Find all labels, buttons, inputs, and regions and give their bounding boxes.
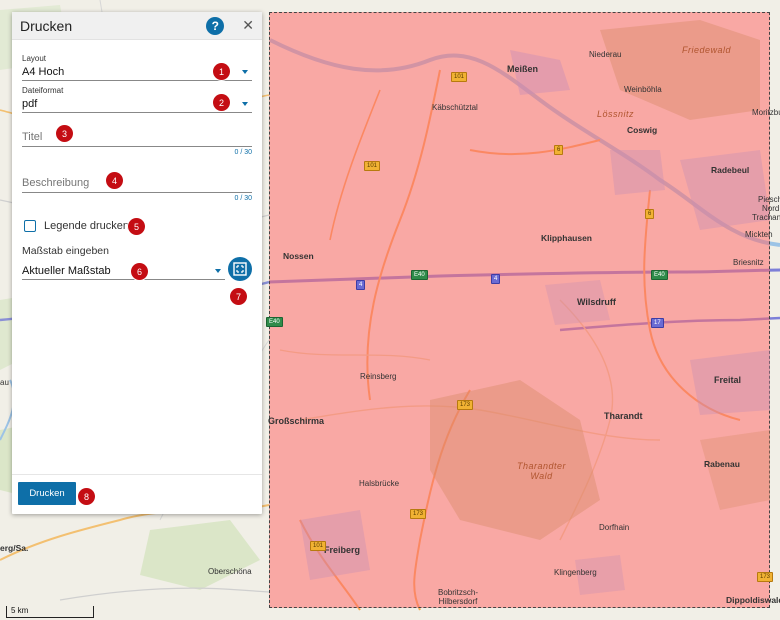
road-shield: 101 (310, 541, 327, 551)
annotation-badge: 4 (106, 172, 123, 189)
road-shield: 101 (451, 72, 468, 82)
place-label: Freiberg (324, 545, 361, 555)
annotation-badge: 3 (56, 125, 73, 142)
place-label: au (0, 378, 9, 387)
panel-footer: Drucken (12, 474, 262, 514)
scale-value: Aktueller Maßstab (22, 264, 111, 277)
road-shield: 17 (651, 318, 664, 328)
place-label: Dippoldiswalde (726, 595, 780, 605)
road-shield: 173 (457, 400, 474, 410)
place-label: Radebeul (711, 165, 750, 175)
description-field[interactable]: 0 / 30 (22, 173, 252, 202)
place-label: Piesch (758, 195, 780, 204)
scale-heading: Maßstab eingeben (22, 245, 109, 257)
annotation-badge: 5 (128, 218, 145, 235)
panel-header: Drucken ? ✕ (12, 12, 262, 40)
place-label: Reinsberg (360, 372, 397, 381)
region-label: Lössnitz (597, 109, 635, 119)
place-label: Nord (762, 204, 780, 213)
region-label: Tharandter Wald (517, 461, 567, 481)
description-char-counter: 0 / 30 (234, 195, 252, 202)
legend-checkbox[interactable] (24, 220, 36, 232)
place-label: Weinböhla (624, 85, 662, 94)
expand-frame-icon (233, 262, 247, 276)
annotation-badge: 8 (78, 488, 95, 505)
chevron-down-icon (242, 69, 248, 74)
place-label: Klingenberg (554, 568, 597, 577)
place-label: Käbschütztal (432, 103, 478, 112)
annotation-badge: 7 (230, 288, 247, 305)
place-label: Großschirma (268, 416, 325, 426)
place-label: Dorfhain (599, 523, 630, 532)
place-label: Coswig (627, 125, 658, 135)
place-label: Halsbrücke (359, 479, 400, 488)
fit-extent-button[interactable] (228, 257, 252, 281)
layout-value: A4 Hoch (22, 65, 65, 78)
layout-label: Layout (22, 54, 47, 63)
road-shield: E40 (266, 317, 283, 327)
place-label: Niederau (589, 50, 622, 59)
road-shield: E40 (411, 270, 428, 280)
road-shield: 173 (757, 572, 774, 582)
close-icon[interactable]: ✕ (242, 17, 254, 34)
place-label: erg/Sa. (0, 543, 29, 553)
place-label: Klipphausen (541, 233, 593, 243)
print-button[interactable]: Drucken (18, 482, 76, 505)
place-label: Tharandt (604, 411, 643, 421)
place-label: Freital (714, 375, 742, 385)
road-shield: 4 (491, 274, 501, 284)
title-char-counter: 0 / 30 (234, 149, 252, 156)
scale-bar: 5 km (6, 606, 94, 618)
legend-label: Legende drucken (44, 220, 130, 232)
road-shield: 4 (356, 280, 366, 290)
place-label: Mickten (745, 230, 773, 239)
chevron-down-icon (242, 101, 248, 106)
place-label: Nossen (283, 251, 314, 261)
annotation-badge: 2 (213, 94, 230, 111)
annotation-badge: 1 (213, 63, 230, 80)
place-label: Meißen (507, 64, 539, 74)
format-value: pdf (22, 97, 38, 110)
road-shield: 101 (364, 161, 381, 171)
region-label: Friedewald (682, 45, 732, 55)
chevron-down-icon (215, 268, 221, 273)
legend-toggle[interactable]: Legende drucken (24, 220, 129, 232)
place-label: Oberschöna (208, 567, 252, 576)
road-shield: 6 (645, 209, 655, 219)
help-icon[interactable]: ? (206, 16, 225, 35)
place-label: Trachan (752, 213, 780, 222)
scale-select[interactable]: Aktueller Maßstab (22, 262, 225, 280)
place-label: Moritzbu (752, 108, 780, 117)
annotation-badge: 6 (131, 263, 148, 280)
print-extent-frame[interactable] (269, 12, 770, 608)
place-label: Bobritzsch- Hilbersdorf (438, 588, 479, 606)
road-shield: E40 (651, 270, 668, 280)
place-label: Briesnitz (733, 258, 764, 267)
panel-title: Drucken (20, 17, 73, 34)
place-label: Wilsdruff (577, 297, 616, 307)
scale-bar-label: 5 km (11, 606, 29, 615)
description-input[interactable] (22, 177, 252, 189)
place-label: Rabenau (704, 459, 740, 469)
road-shield: 173 (410, 509, 427, 519)
road-shield: 6 (554, 145, 564, 155)
